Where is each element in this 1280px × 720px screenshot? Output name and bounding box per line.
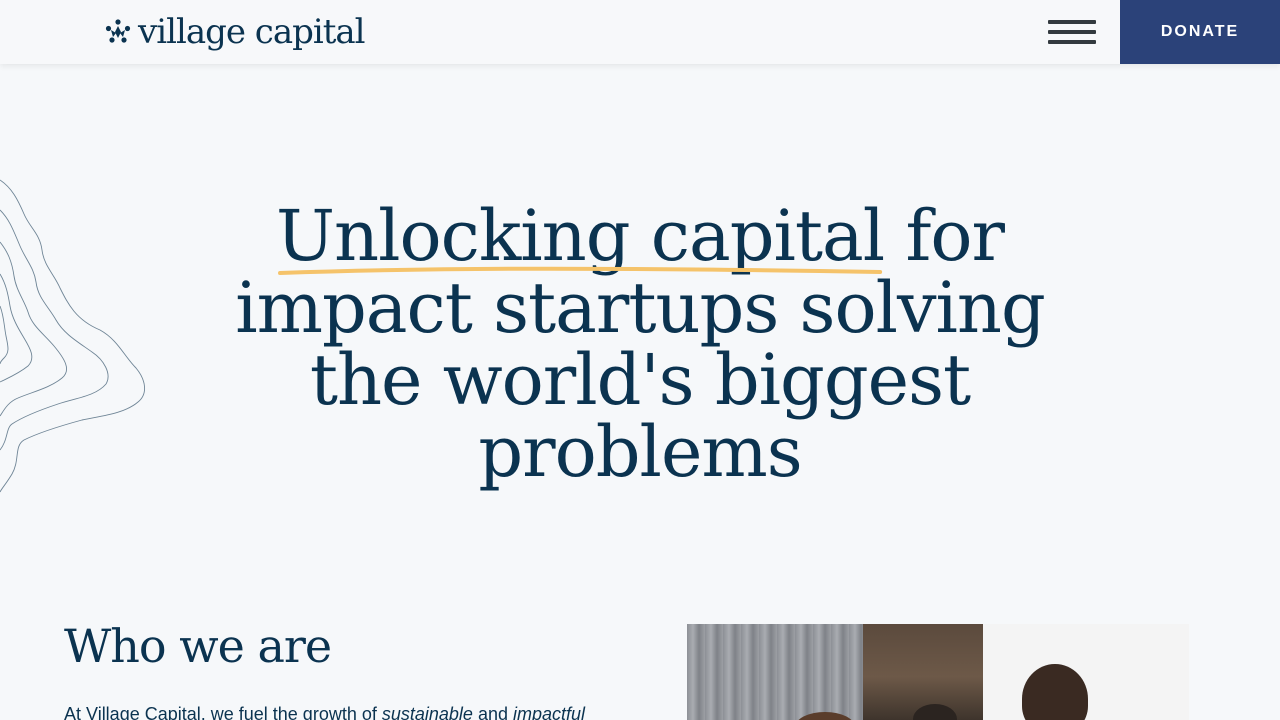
who-text-em-sustainable: sustainable: [381, 704, 473, 720]
hero-highlight: Unlocking capital: [276, 200, 885, 275]
hero-line4: problems: [478, 411, 802, 493]
hamburger-menu-icon-bar: [1048, 20, 1096, 24]
hero-headline: Unlocking capital for impact startups so…: [180, 200, 1100, 488]
page: village capital DONATE Unlocking capital…: [0, 0, 1280, 720]
who-text-start: At Village Capital, we fuel the growth o…: [64, 704, 382, 720]
hero-section: Unlocking capital for impact startups so…: [180, 200, 1100, 488]
who-we-are-text: At Village Capital, we fuel the growth o…: [64, 700, 644, 720]
who-text-mid: and: [472, 704, 513, 720]
hamburger-menu-icon-bar: [1048, 40, 1096, 44]
logo-link[interactable]: village capital: [104, 12, 366, 52]
hero-line1-rest: for: [884, 195, 1005, 277]
hamburger-menu-icon-bar: [1048, 30, 1096, 34]
village-capital-logo-icon: [105, 19, 131, 43]
team-photo: [687, 624, 1189, 720]
who-we-are-title: Who we are: [64, 619, 332, 673]
hero-line2: impact startups solving: [235, 267, 1046, 349]
highlight-underline: [278, 266, 883, 275]
who-text-em-impactful: impactful: [512, 704, 586, 720]
hamburger-menu-button[interactable]: [1044, 14, 1100, 50]
site-header: village capital DONATE: [0, 0, 1280, 64]
topographic-lines-decoration: [0, 179, 145, 493]
donate-button[interactable]: DONATE: [1120, 0, 1280, 64]
logo-text: village capital: [138, 12, 366, 52]
photo-curtain: [687, 624, 863, 720]
hero-line3: the world's biggest: [309, 339, 971, 421]
